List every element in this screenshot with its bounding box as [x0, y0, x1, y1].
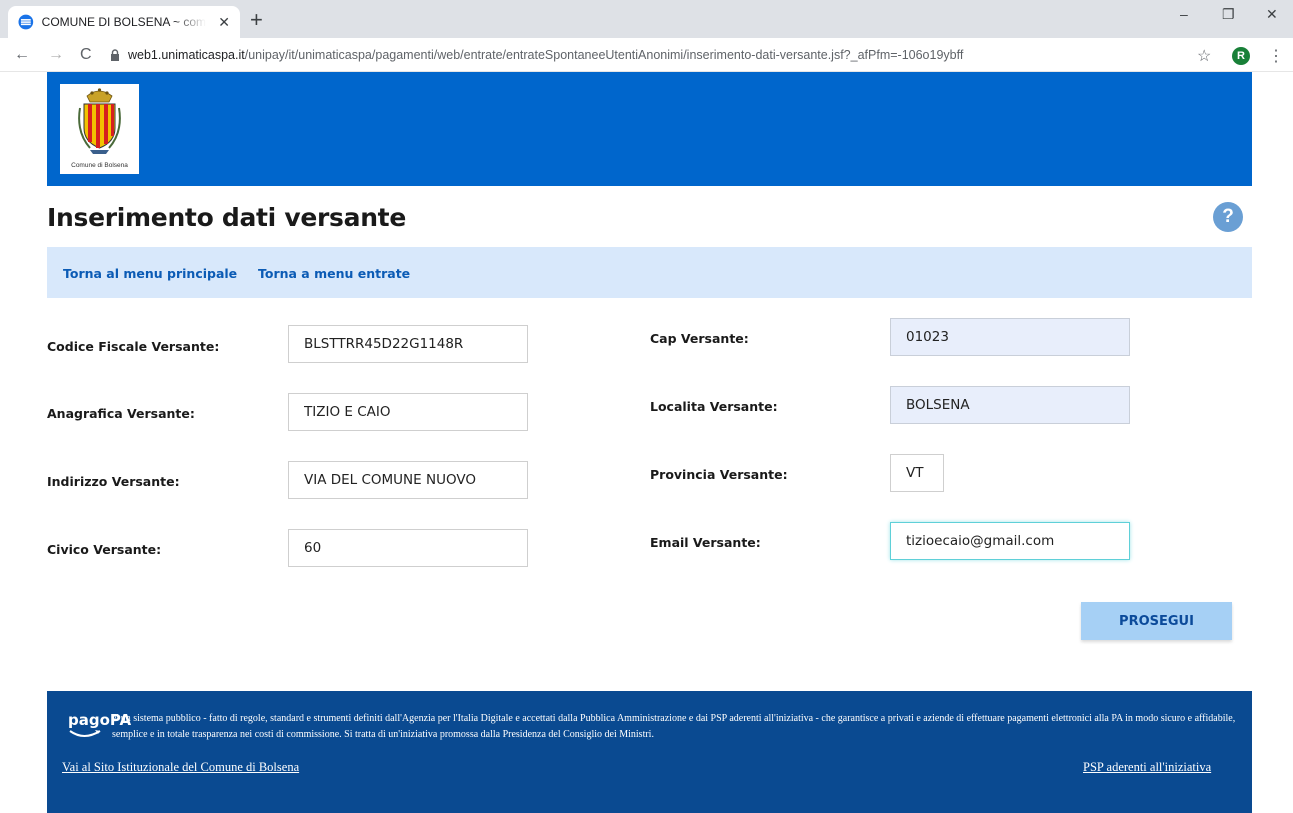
- bookmark-star-icon[interactable]: ☆: [1197, 46, 1211, 66]
- indirizzo-label: Indirizzo Versante:: [47, 474, 180, 489]
- window-close-icon[interactable]: ✕: [1266, 6, 1278, 23]
- browser-toolbar: ← → C web1.unimaticaspa.it/unipay/it/uni…: [0, 38, 1293, 72]
- url-host: web1.unimaticaspa.it: [128, 48, 245, 62]
- codice-fiscale-input[interactable]: [288, 325, 528, 363]
- help-icon[interactable]: ?: [1213, 202, 1243, 232]
- site-favicon-icon: [18, 14, 34, 30]
- back-icon[interactable]: ←: [14, 46, 30, 64]
- reload-icon[interactable]: C: [80, 46, 92, 64]
- link-sito-istituzionale[interactable]: Vai al Sito Istituzionale del Comune di …: [62, 760, 299, 775]
- address-bar[interactable]: web1.unimaticaspa.it/unipay/it/unimatica…: [110, 43, 1210, 67]
- civico-input[interactable]: [288, 529, 528, 567]
- restore-icon[interactable]: ❐: [1222, 6, 1235, 23]
- link-main-menu[interactable]: Torna al menu principale: [63, 266, 237, 281]
- indirizzo-input[interactable]: [288, 461, 528, 499]
- provincia-input[interactable]: [890, 454, 944, 492]
- tab-close-icon[interactable]: ✕: [218, 14, 230, 31]
- browser-tab-bar: COMUNE DI BOLSENA ~ combo ✕ + – ❐ ✕: [0, 0, 1293, 38]
- sub-navigation: Torna al menu principale Torna a menu en…: [47, 247, 1252, 298]
- civico-label: Civico Versante:: [47, 542, 162, 557]
- footer-description: e' un sistema pubblico - fatto di regole…: [112, 713, 1236, 740]
- anagrafica-label: Anagrafica Versante:: [47, 406, 195, 421]
- localita-input[interactable]: [890, 386, 1130, 424]
- link-entrate-menu[interactable]: Torna a menu entrate: [258, 266, 410, 281]
- link-psp-aderenti[interactable]: PSP aderenti all'iniziativa: [1083, 760, 1211, 775]
- url-text: web1.unimaticaspa.it/unipay/it/unimatica…: [128, 48, 963, 62]
- site-header: Comune di Bolsena: [47, 72, 1252, 186]
- page-title: Inserimento dati versante: [47, 203, 406, 232]
- new-tab-button[interactable]: +: [250, 8, 263, 32]
- forward-icon[interactable]: →: [48, 46, 64, 64]
- provincia-label: Provincia Versante:: [650, 467, 788, 482]
- minimize-icon[interactable]: –: [1180, 6, 1188, 22]
- cap-label: Cap Versante:: [650, 331, 749, 346]
- browser-tab[interactable]: COMUNE DI BOLSENA ~ combo ✕: [8, 6, 240, 38]
- url-path: /unipay/it/unimaticaspa/pagamenti/web/en…: [244, 48, 964, 62]
- coat-of-arms-icon: [78, 88, 121, 154]
- browser-menu-icon[interactable]: ⋮: [1268, 46, 1284, 66]
- prosegui-button[interactable]: PROSEGUI: [1081, 602, 1232, 640]
- codice-fiscale-label: Codice Fiscale Versante:: [47, 339, 220, 354]
- tab-title: COMUNE DI BOLSENA ~ combo: [41, 15, 207, 29]
- email-input[interactable]: [890, 522, 1130, 560]
- anagrafica-input[interactable]: [288, 393, 528, 431]
- site-footer: pagoPA e' un sistema pubblico - fatto di…: [47, 691, 1252, 813]
- cap-input[interactable]: [890, 318, 1130, 356]
- localita-label: Localita Versante:: [650, 399, 778, 414]
- logo-caption: Comune di Bolsena: [71, 162, 128, 169]
- lock-icon: [111, 49, 119, 61]
- profile-avatar[interactable]: R: [1232, 47, 1250, 65]
- email-label: Email Versante:: [650, 535, 761, 550]
- comune-logo[interactable]: Comune di Bolsena: [60, 84, 139, 174]
